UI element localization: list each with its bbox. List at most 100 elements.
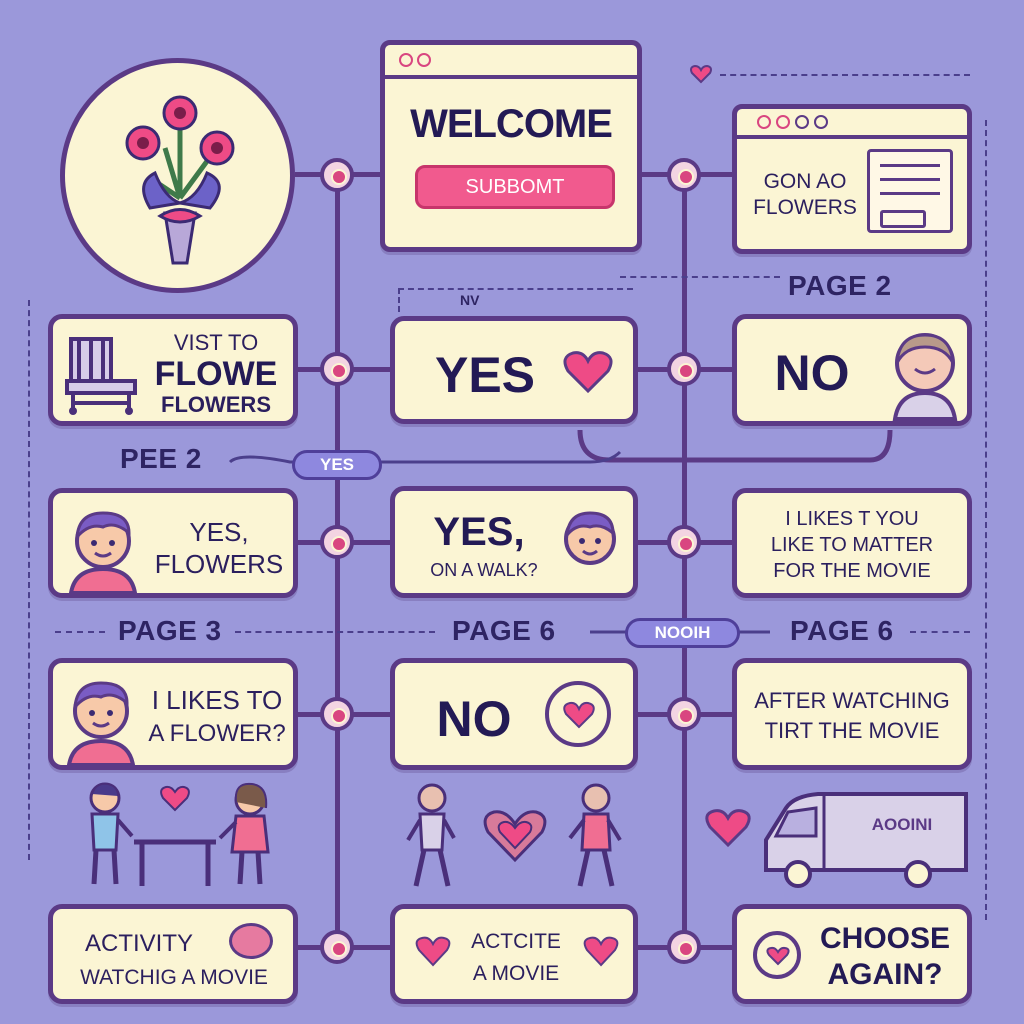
- submit-button[interactable]: SUBBOMT: [415, 165, 615, 209]
- document-icon: [867, 149, 953, 233]
- row1-left-line1: VIST TO: [173, 330, 259, 355]
- row4-left-line1: ACTIVITY: [84, 930, 193, 957]
- guide-line-page6: [910, 631, 970, 633]
- row4-right-line1: CHOOSE: [819, 922, 951, 955]
- window-dot-icon[interactable]: [757, 115, 771, 129]
- label-page6-mid: PAGE 6: [452, 615, 556, 646]
- row4-left-card[interactable]: ACTIVITY WATCHIG A MOVIE: [48, 904, 298, 1004]
- nav-caption-box: NV: [398, 288, 633, 312]
- node-row4-left[interactable]: [320, 930, 354, 964]
- row3-right-card[interactable]: AFTER WATCHING TIRT THE MOVIE: [732, 658, 972, 770]
- flow-diagram: WELCOME SUBBOMT GON AO FLOWERS PAGE 2 NV…: [0, 0, 1024, 1024]
- row3-right-line2: TIRT THE MOVIE: [764, 718, 940, 743]
- person-avatar-icon: [892, 333, 958, 421]
- nooh-pill[interactable]: NOOIH: [625, 618, 740, 648]
- node-row1-right[interactable]: [667, 352, 701, 386]
- row3-center-card[interactable]: NO: [390, 658, 638, 770]
- node-row1-left[interactable]: [320, 352, 354, 386]
- node-row3-left[interactable]: [320, 697, 354, 731]
- label-page6-right: PAGE 6: [790, 615, 894, 646]
- welcome-title: WELCOME: [410, 102, 613, 146]
- row1-center-text: YES: [434, 347, 536, 403]
- left-rail: [335, 160, 340, 960]
- window-controls: [757, 115, 828, 134]
- guide-line-top: [720, 74, 970, 76]
- window-dot-icon[interactable]: [776, 115, 790, 129]
- row3-left-card[interactable]: I LIKES TO A FLOWER?: [48, 658, 298, 770]
- window-dot-icon[interactable]: [399, 53, 413, 67]
- film-reel-icon: [229, 923, 273, 959]
- row3-right-line1: AFTER WATCHING: [754, 688, 950, 713]
- couple-at-table-illustration: [89, 782, 270, 886]
- couple-walking-illustration: [406, 783, 622, 887]
- label-page3: PAGE 3: [118, 615, 222, 646]
- row1-left-line3: FLOWERS: [161, 392, 271, 417]
- heart-icon: [583, 936, 619, 967]
- window-dot-icon[interactable]: [417, 53, 431, 67]
- flower-window: GON AO FLOWERS: [732, 104, 972, 254]
- row1-left-card[interactable]: VIST TO FLOWE FLOWERS: [48, 314, 298, 426]
- node-row2-right[interactable]: [667, 525, 701, 559]
- row1-left-line2: FLOWE: [154, 355, 278, 393]
- heart-circle-icon: [753, 931, 801, 979]
- row4-center-card[interactable]: ACTCITE A MOVIE: [390, 904, 638, 1004]
- window-title-bar-divider: [737, 135, 967, 139]
- row4-right-card[interactable]: CHOOSE AGAIN?: [732, 904, 972, 1004]
- row1-right-text: NO: [774, 345, 850, 401]
- bouquet-icon: [125, 95, 235, 265]
- node-row2-left[interactable]: [320, 525, 354, 559]
- heart-icon: [766, 946, 790, 966]
- boy-avatar-icon: [564, 511, 616, 565]
- flower-bouquet-badge: [60, 58, 295, 293]
- node-top-right[interactable]: [667, 158, 701, 192]
- window-controls: [399, 53, 431, 72]
- row4-center-line1: ACTCITE: [471, 930, 561, 953]
- row2-right-line1: I LIKES T YOU: [785, 508, 919, 530]
- row4-right-line2: AGAIN?: [827, 958, 943, 991]
- window-dot-icon[interactable]: [814, 115, 828, 129]
- guide-line-page3b: [235, 631, 435, 633]
- row3-left-line1: I LIKES TO: [151, 685, 283, 715]
- flower-window-line1: GON AO: [763, 170, 847, 193]
- row1-right-card[interactable]: NO: [732, 314, 972, 426]
- row2-left-line2: FLOWERS: [154, 549, 284, 579]
- van-label: AOOINI: [871, 815, 933, 834]
- label-page2-top: PAGE 2: [788, 270, 892, 301]
- row2-right-line3: FOR THE MOVIE: [773, 560, 931, 582]
- guide-line-page2: [620, 276, 780, 278]
- boy-avatar-icon: [68, 511, 138, 595]
- boy-avatar-icon: [66, 681, 136, 767]
- row3-center-text: NO: [436, 691, 512, 747]
- heart-icon: [690, 64, 712, 84]
- heart-icon: [705, 809, 751, 848]
- heart-icon: [563, 351, 613, 394]
- row2-left-card[interactable]: YES, FLOWERS: [48, 488, 298, 598]
- guide-line-right-edge: [985, 120, 987, 920]
- welcome-window: WELCOME SUBBOMT: [380, 40, 642, 252]
- row1-center-card[interactable]: YES: [390, 316, 638, 424]
- row2-center-card[interactable]: YES, ON A WALK?: [390, 486, 638, 598]
- node-top-left[interactable]: [320, 158, 354, 192]
- row2-center-line1: YES,: [433, 510, 525, 554]
- label-pee2: PEE 2: [120, 443, 202, 474]
- chair-icon: [65, 337, 137, 415]
- window-dot-icon[interactable]: [795, 115, 809, 129]
- guide-line-page3: [55, 631, 105, 633]
- flower-window-line2: FLOWERS: [753, 196, 857, 219]
- window-title-bar-divider: [385, 75, 637, 79]
- row4-center-line2: A MOVIE: [472, 962, 560, 985]
- row2-center-line2: ON A WALK?: [430, 560, 538, 580]
- yes-pill[interactable]: YES: [292, 450, 382, 480]
- yes-pill-connector: [228, 450, 622, 464]
- heart-circle-icon: [545, 681, 611, 747]
- right-rail: [682, 170, 687, 960]
- heart-icon: [415, 936, 451, 967]
- row2-right-card[interactable]: I LIKES T YOU LIKE TO MATTER FOR THE MOV…: [732, 488, 972, 598]
- nav-caption: NV: [460, 292, 480, 308]
- row3-left-line2: A FLOWER?: [148, 720, 286, 747]
- guide-line-left-edge: [28, 300, 30, 860]
- node-row3-right[interactable]: [667, 697, 701, 731]
- node-row4-right[interactable]: [667, 930, 701, 964]
- row4-left-line2: WATCHIG A MOVIE: [80, 966, 268, 989]
- heart-icon: [563, 701, 595, 729]
